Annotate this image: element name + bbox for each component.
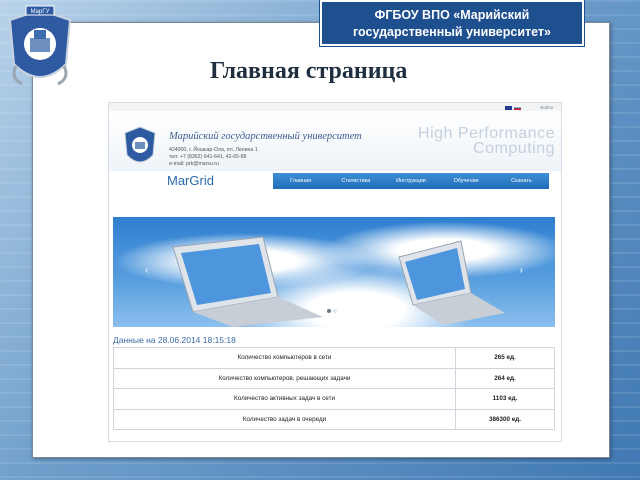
banner-line-1: ФГБОУ ВПО «Марийский (374, 8, 530, 22)
divider (113, 441, 555, 442)
site-address: 424000, г. Йошкар-Ола, пл. Ленина 1 (169, 147, 258, 153)
nav-home[interactable]: Главная (273, 173, 328, 189)
slide-title: Главная страница (210, 58, 408, 84)
slider-dot-1[interactable] (327, 309, 331, 313)
flag-ru-icon[interactable] (514, 106, 521, 110)
nav-statistics[interactable]: Статистика (328, 173, 383, 189)
site-topbar: Войти (109, 103, 561, 111)
slider-prev-icon[interactable]: ‹ (145, 265, 148, 276)
login-link[interactable]: Войти (540, 105, 553, 110)
website-screenshot: Войти Марийский государственный универси… (108, 102, 562, 442)
nav-download[interactable]: Скачать (494, 173, 549, 189)
university-logo: МарГУ (8, 5, 72, 86)
table-row: Количество активных задач в сети 1103 ед… (113, 388, 555, 410)
stat-value: 1103 ед. (455, 388, 555, 410)
university-banner: ФГБОУ ВПО «Марийский государственный уни… (319, 0, 585, 47)
language-flags (505, 106, 521, 110)
slider-dot-2[interactable] (333, 309, 337, 313)
site-email: e-mail: prk@marsu.ru (169, 161, 219, 167)
flag-uk-icon[interactable] (505, 106, 512, 110)
stat-label: Количество задач в очереди (113, 408, 456, 430)
stat-value: 386300 ед. (455, 408, 555, 430)
site-university-name: Марийский государственный университет (169, 131, 362, 142)
site-header: Марийский государственный университет 42… (109, 111, 561, 171)
logo-text: МарГУ (31, 9, 50, 15)
stat-label: Количество компьютеров в сети (113, 347, 456, 369)
hero-slider: ‹ › (113, 217, 555, 327)
stat-label: Количество компьютеров, решающих задачи (113, 367, 456, 389)
hpc-heading-line-2: Computing (473, 140, 555, 157)
table-row: Количество компьютеров, решающих задачи … (113, 367, 555, 389)
brand-margrid[interactable]: MarGrid (167, 173, 214, 188)
table-row: Количество задач в очереди 386300 ед. (113, 408, 555, 430)
slider-dots (327, 309, 337, 313)
stat-label: Количество активных задач в сети (113, 388, 456, 410)
main-nav: Главная Статистика Инструкции Обучение С… (273, 173, 549, 189)
stat-value: 264 ед. (455, 367, 555, 389)
site-logo[interactable] (123, 125, 157, 169)
table-row: Количество компьютеров в сети 265 ед. (113, 347, 555, 369)
site-nav-row: MarGrid Главная Статистика Инструкции Об… (109, 171, 561, 193)
nav-training[interactable]: Обучение (439, 173, 494, 189)
stats-table: Количество компьютеров в сети 265 ед. Ко… (113, 347, 555, 430)
site-phone: тел: +7 (8362) 641-641, 42-65-88 (169, 154, 247, 160)
stat-value: 265 ед. (455, 347, 555, 369)
laptop-left (172, 236, 323, 327)
stats-timestamp: Данные на 28.06.2014 18:15:18 (113, 335, 236, 345)
slider-next-icon[interactable]: › (520, 265, 523, 276)
laptop-right (398, 240, 505, 325)
banner-line-2: государственный университет» (352, 25, 552, 39)
site-contacts: 424000, г. Йошкар-Ола, пл. Ленина 1 тел:… (169, 147, 258, 168)
nav-instructions[interactable]: Инструкции (383, 173, 438, 189)
